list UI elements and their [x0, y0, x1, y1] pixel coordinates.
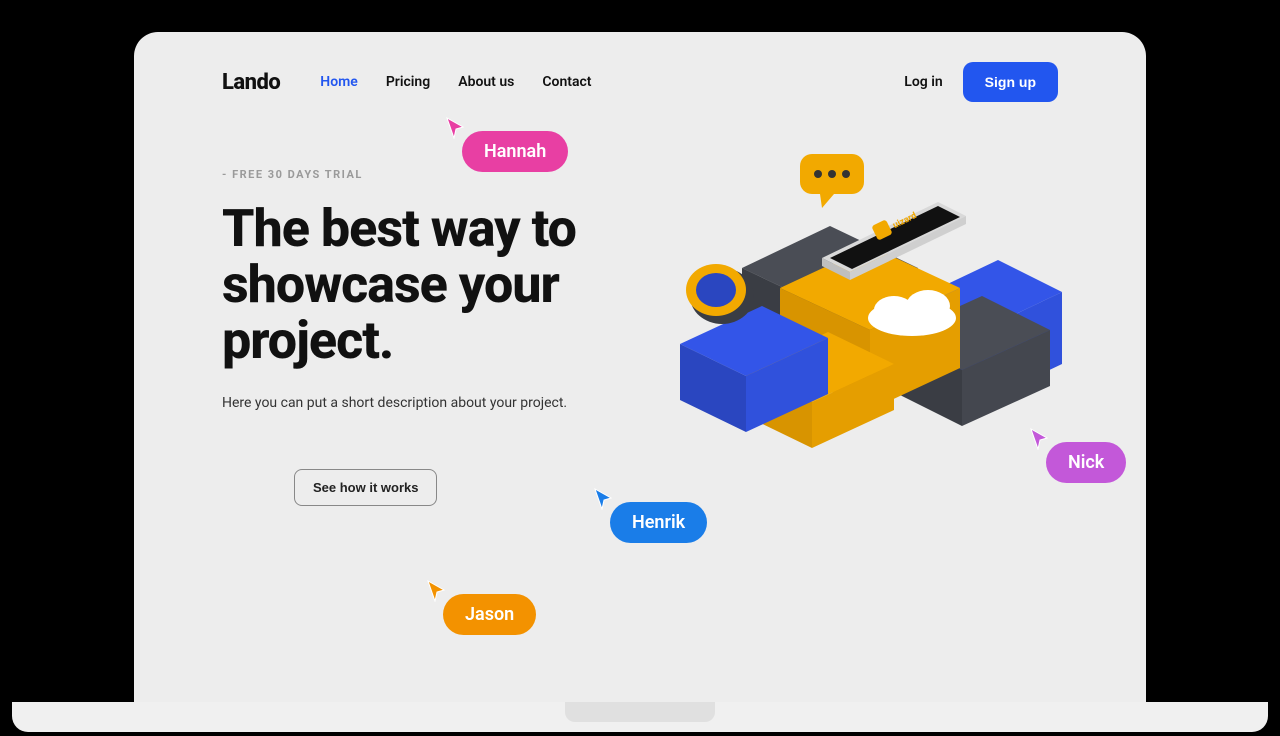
nav-link-home[interactable]: Home: [320, 74, 358, 90]
brand-logo[interactable]: Lando: [222, 70, 280, 95]
hero-title: The best way to showcase your project.: [222, 201, 640, 369]
header-left: Lando Home Pricing About us Contact: [222, 70, 592, 95]
nav: Home Pricing About us Contact: [320, 74, 591, 90]
hero-subtitle: Here you can put a short description abo…: [222, 395, 640, 411]
laptop-notch: [565, 702, 715, 722]
nav-link-contact[interactable]: Contact: [542, 74, 591, 90]
signup-button[interactable]: Sign up: [963, 62, 1058, 102]
hero: - FREE 30 DAYS TRIAL The best way to sho…: [222, 108, 1058, 506]
see-how-button[interactable]: See how it works: [294, 469, 437, 506]
speech-bubble-icon: [800, 154, 864, 208]
nav-link-pricing[interactable]: Pricing: [386, 74, 430, 90]
header: Lando Home Pricing About us Contact Log …: [222, 32, 1058, 108]
hero-illustration: uizard: [640, 168, 1058, 506]
hero-eyebrow: - FREE 30 DAYS TRIAL: [222, 168, 640, 181]
page: Lando Home Pricing About us Contact Log …: [134, 32, 1146, 702]
nav-link-about[interactable]: About us: [458, 74, 514, 90]
header-right: Log in Sign up: [904, 62, 1058, 102]
login-link[interactable]: Log in: [904, 74, 942, 90]
isometric-graphic: uizard: [650, 148, 1070, 508]
laptop-frame: Lando Home Pricing About us Contact Log …: [134, 32, 1146, 702]
hero-copy: - FREE 30 DAYS TRIAL The best way to sho…: [222, 168, 640, 506]
laptop-base: [12, 702, 1268, 732]
